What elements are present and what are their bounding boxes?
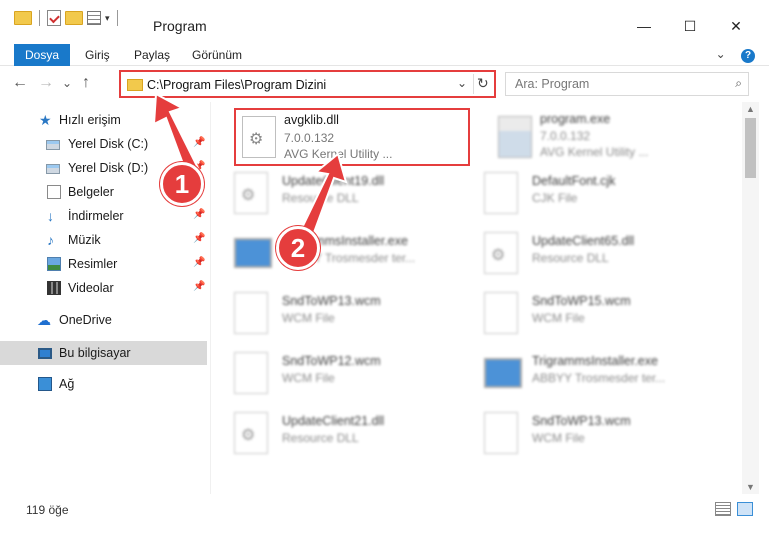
arrow-2 — [298, 152, 348, 240]
step-badge-2: 2 — [276, 226, 320, 270]
arrow-1 — [152, 92, 200, 174]
annotation-arrows — [152, 92, 348, 240]
step-badge-1: 1 — [160, 162, 204, 206]
